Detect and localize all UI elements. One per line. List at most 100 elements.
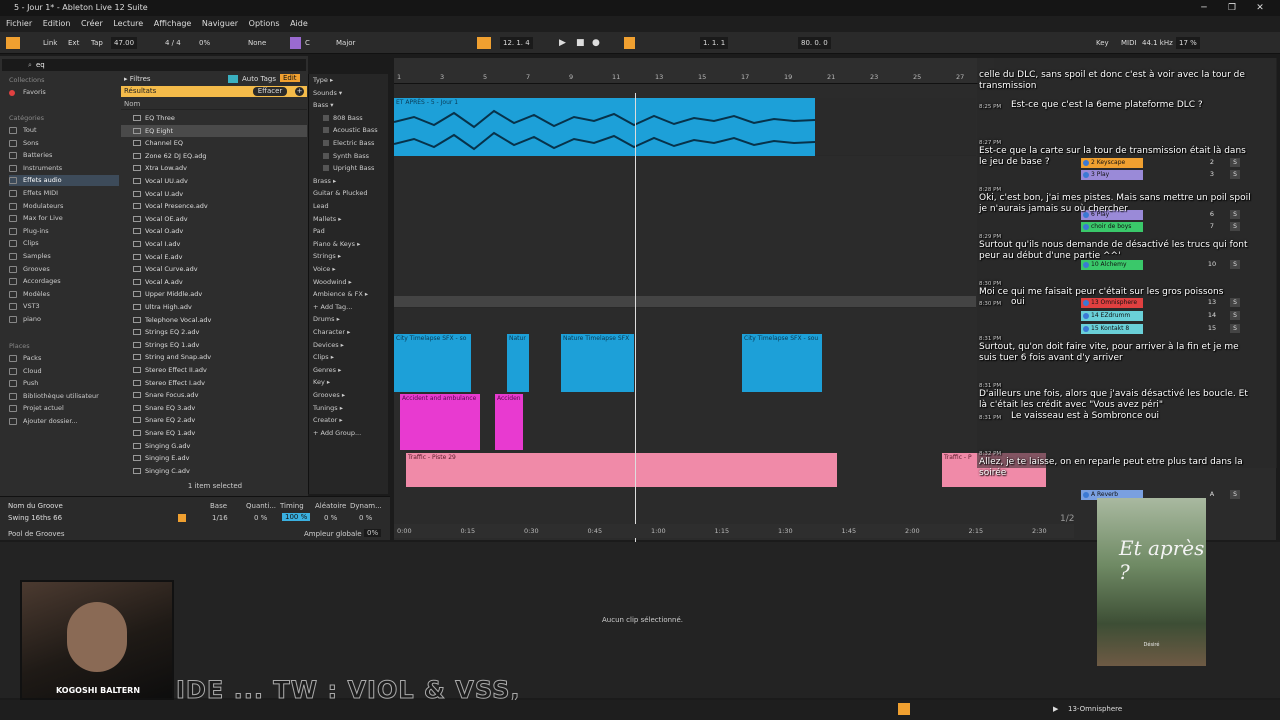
ext-button[interactable]: Ext: [65, 37, 82, 49]
midi-map-button[interactable]: MIDI: [1118, 37, 1140, 49]
link-button[interactable]: Link: [40, 37, 60, 49]
tag-filter-item[interactable]: Lead: [313, 200, 389, 213]
clip-natur[interactable]: Natur: [507, 334, 529, 392]
list-item[interactable]: Ultra High.adv: [121, 301, 307, 314]
record-button[interactable]: ●: [589, 37, 603, 49]
close-button[interactable]: ✕: [1246, 0, 1274, 16]
tag-filter-item[interactable]: Grooves ▸: [313, 389, 389, 402]
tag-filter-item[interactable]: Piano & Keys ▸: [313, 238, 389, 251]
name-column-header[interactable]: Nom: [121, 100, 307, 110]
tag-filter-item[interactable]: Acoustic Bass: [323, 124, 399, 137]
sidebar-item-category[interactable]: VST3: [9, 301, 119, 312]
tempo-field[interactable]: 47.00: [111, 37, 138, 49]
scale-select[interactable]: Major: [333, 37, 358, 49]
sidebar-item-category[interactable]: Tout: [9, 125, 119, 136]
list-item[interactable]: Vocal I.adv: [121, 238, 307, 251]
maximize-button[interactable]: ❐: [1218, 0, 1246, 16]
time-signature[interactable]: 4 / 4: [162, 37, 184, 49]
groove-percent[interactable]: 0%: [196, 37, 213, 49]
groove-timing[interactable]: 100 %: [282, 513, 311, 521]
search-input[interactable]: ⌕ eq: [2, 59, 306, 71]
sidebar-item-place[interactable]: Ajouter dossier...: [9, 416, 119, 427]
tag-filter-item[interactable]: Creator ▸: [313, 414, 389, 427]
list-item[interactable]: Vocal Curve.adv: [121, 263, 307, 276]
clear-button[interactable]: Effacer: [253, 87, 287, 96]
sidebar-item-place[interactable]: Cloud: [9, 366, 119, 377]
solo-button[interactable]: S: [1230, 170, 1240, 179]
sidebar-item-category[interactable]: Sons: [9, 138, 119, 149]
groove-quant[interactable]: 0 %: [254, 514, 267, 522]
menu-aide[interactable]: Aide: [290, 16, 308, 32]
list-item[interactable]: Snare EQ 2.adv: [121, 414, 307, 427]
key-select[interactable]: C: [302, 37, 313, 49]
list-item[interactable]: Vocal Presence.adv: [121, 200, 307, 213]
menu-fichier[interactable]: Fichier: [6, 16, 32, 32]
sidebar-item-category[interactable]: Clips: [9, 238, 119, 249]
list-item[interactable]: Telephone Vocal.adv: [121, 314, 307, 327]
sidebar-item-favoris[interactable]: Favoris: [9, 87, 119, 98]
list-item[interactable]: Singing E.adv: [121, 452, 307, 465]
solo-button[interactable]: S: [1230, 222, 1240, 231]
menu-lecture[interactable]: Lecture: [113, 16, 143, 32]
tag-filter-item[interactable]: Pad: [313, 225, 389, 238]
list-item[interactable]: Strings EQ 1.adv: [121, 339, 307, 352]
list-item[interactable]: Singing C.adv: [121, 465, 307, 478]
play-small-icon[interactable]: ▶: [1053, 705, 1058, 713]
tag-filter-item[interactable]: Type ▸: [313, 74, 389, 87]
list-item[interactable]: Snare EQ 3.adv: [121, 402, 307, 415]
sidebar-item-category[interactable]: Batteries: [9, 150, 119, 161]
tag-filter-item[interactable]: Woodwind ▸: [313, 276, 389, 289]
track-header[interactable]: choir de boys: [1081, 222, 1143, 232]
tag-filter-item[interactable]: Character ▸: [313, 326, 389, 339]
tag-filter-item[interactable]: Drums ▸: [313, 313, 389, 326]
list-item[interactable]: Upper Middle.adv: [121, 288, 307, 301]
sidebar-item-place[interactable]: Push: [9, 378, 119, 389]
groove-commit-icon[interactable]: [178, 514, 186, 522]
sidebar-item-category[interactable]: Max for Live: [9, 213, 119, 224]
tag-filter-item[interactable]: 808 Bass: [323, 112, 399, 125]
list-item[interactable]: Singing G.adv: [121, 440, 307, 453]
menu-options[interactable]: Options: [249, 16, 280, 32]
tag-filter-item[interactable]: Key ▸: [313, 376, 389, 389]
selected-track-lane[interactable]: [394, 296, 976, 308]
tag-filter-item[interactable]: Devices ▸: [313, 339, 389, 352]
edit-button[interactable]: Edit: [280, 74, 300, 82]
global-amount-value[interactable]: 0%: [364, 529, 382, 537]
tag-filter-item[interactable]: Electric Bass: [323, 137, 399, 150]
list-item[interactable]: Vocal O.adv: [121, 225, 307, 238]
tag-filter-item[interactable]: Upright Bass: [323, 162, 399, 175]
groove-random[interactable]: 0 %: [324, 514, 337, 522]
auto-tags-button[interactable]: Auto Tags: [242, 75, 276, 83]
clip-accident-2[interactable]: Acciden: [495, 394, 523, 450]
list-item[interactable]: Stereo Effect I.adv: [121, 377, 307, 390]
list-item[interactable]: Vocal U.adv: [121, 188, 307, 201]
tag-filter-item[interactable]: Brass ▸: [313, 175, 389, 188]
sidebar-item-category[interactable]: piano: [9, 314, 119, 325]
sidebar-item-category[interactable]: Instruments: [9, 163, 119, 174]
list-item[interactable]: EQ Three: [121, 112, 307, 125]
list-item[interactable]: Strings EQ 2.adv: [121, 326, 307, 339]
quantize-select[interactable]: None: [245, 37, 269, 49]
sidebar-item-category[interactable]: Samples: [9, 251, 119, 262]
tag-filter-item[interactable]: Synth Bass: [323, 150, 399, 163]
tag-filter-item[interactable]: + Add Group...: [313, 427, 389, 440]
filters-toggle[interactable]: ▸ Filtres: [124, 75, 151, 83]
audio-clip-main[interactable]: ET APRÈS - 5 - Jour 1: [394, 98, 815, 156]
clip-city-timelapse-1[interactable]: City Timelapse SFX - so: [394, 334, 471, 392]
track-header[interactable]: 3 Play: [1081, 170, 1143, 180]
minimize-button[interactable]: ─: [1190, 0, 1218, 16]
track-header[interactable]: 15 Kontakt 8: [1081, 324, 1143, 334]
loop-length[interactable]: 80. 0. 0: [798, 37, 831, 49]
beat-ruler[interactable]: 1 3 5 7 9 11 13 15 17 19 21 23 25 27: [394, 58, 994, 84]
follow-icon[interactable]: [477, 37, 491, 49]
list-item[interactable]: Channel EQ: [121, 137, 307, 150]
tag-filter-item[interactable]: Genres ▸: [313, 364, 389, 377]
solo-button[interactable]: S: [1230, 324, 1240, 333]
view-toggle-icon[interactable]: [6, 37, 20, 49]
clip-traffic[interactable]: Traffic - Piste 29: [406, 453, 837, 487]
sidebar-item-place[interactable]: Bibliothèque utilisateur: [9, 391, 119, 402]
warning-icon[interactable]: [898, 703, 910, 715]
list-item[interactable]: Vocal OE.adv: [121, 213, 307, 226]
menu-creer[interactable]: Créer: [81, 16, 103, 32]
track-header[interactable]: 14 EZdrumm: [1081, 311, 1143, 321]
